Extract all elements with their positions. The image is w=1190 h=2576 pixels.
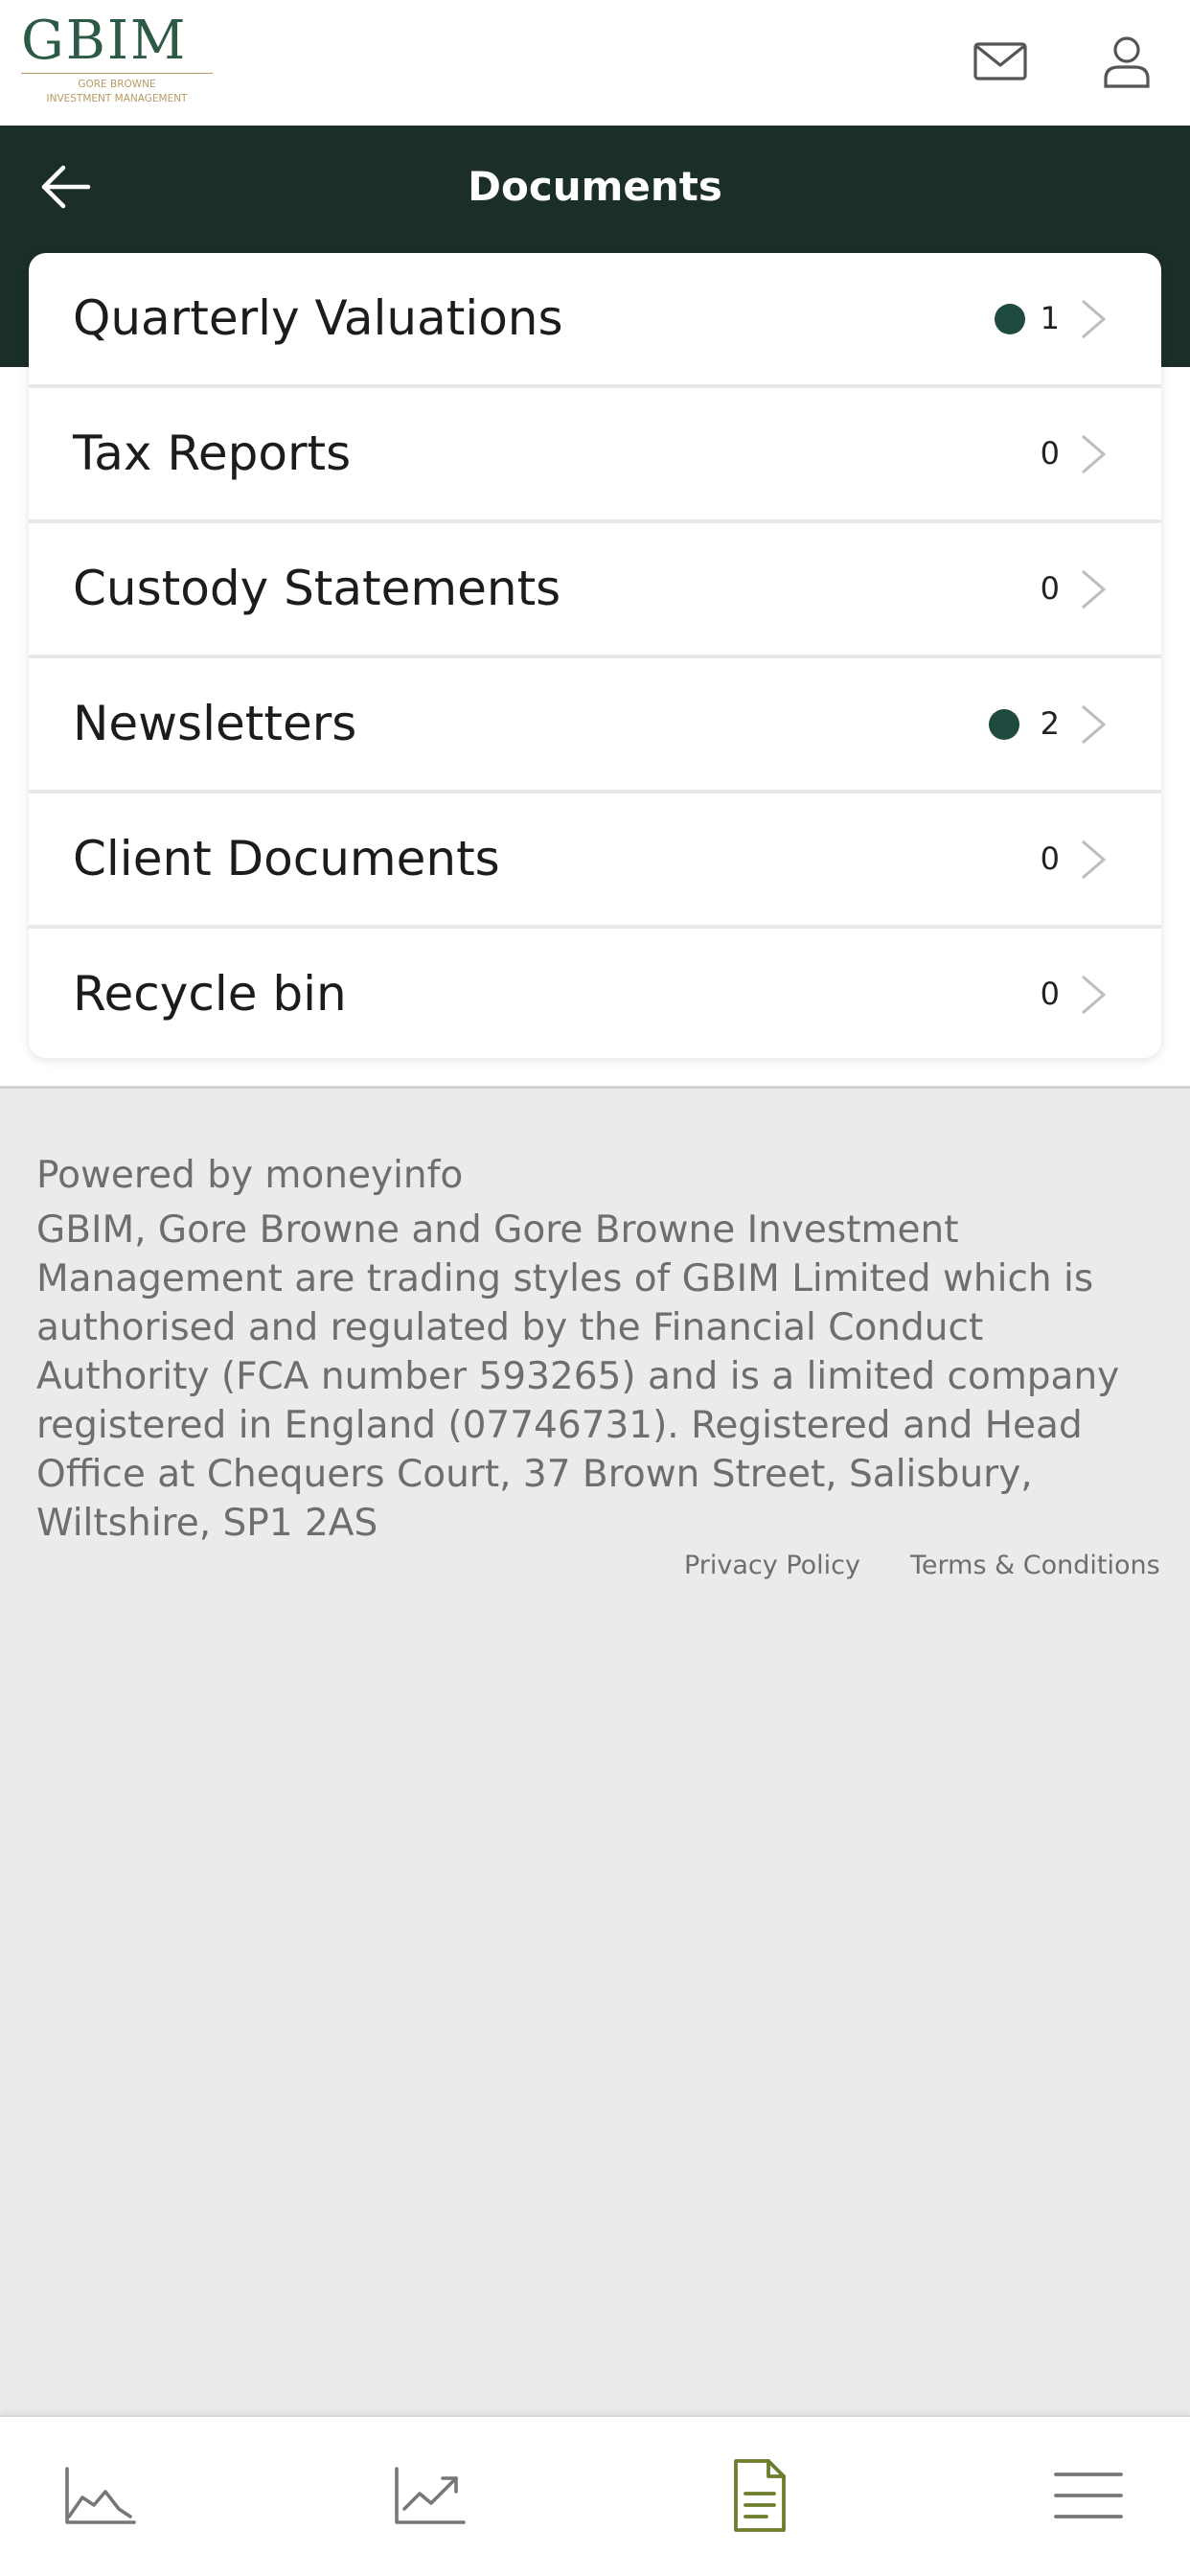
folder-count: 0 <box>1040 840 1060 877</box>
documents-screen: GBIM GORE BROWNE INVESTMENT MANAGEMENT D… <box>0 0 1190 2576</box>
folder-label: Recycle bin <box>73 966 347 1022</box>
folder-count: 0 <box>1040 976 1060 1012</box>
content-divider <box>0 1086 1190 1089</box>
folder-row-tax-reports[interactable]: Tax Reports 0 <box>29 388 1161 523</box>
logo-subtitle-line2: INVESTMENT MANAGEMENT <box>46 93 188 104</box>
chevron-right-icon <box>1079 702 1108 747</box>
folder-count: 0 <box>1040 435 1060 472</box>
mail-icon[interactable] <box>970 31 1031 92</box>
folder-count: 1 <box>1040 300 1060 336</box>
folder-label: Quarterly Valuations <box>73 290 563 346</box>
folder-count: 0 <box>1040 570 1060 607</box>
folder-row-quarterly-valuations[interactable]: Quarterly Valuations 1 <box>29 253 1161 388</box>
terms-conditions-link[interactable]: Terms & Conditions <box>910 1551 1160 1580</box>
privacy-policy-link[interactable]: Privacy Policy <box>684 1551 860 1580</box>
chevron-right-icon <box>1079 567 1108 611</box>
logo-subtitle-line1: GORE BROWNE <box>78 79 156 90</box>
page-title: Documents <box>468 163 722 210</box>
chevron-right-icon <box>1079 973 1108 1017</box>
folder-label: Newsletters <box>73 696 357 751</box>
folder-label: Custody Statements <box>73 561 561 616</box>
folder-count: 2 <box>1040 705 1060 742</box>
folder-row-custody-statements[interactable]: Custody Statements 0 <box>29 523 1161 658</box>
gbim-logo[interactable]: GBIM GORE BROWNE INVESTMENT MANAGEMENT <box>21 12 213 113</box>
legal-disclaimer: GBIM, Gore Browne and Gore Browne Invest… <box>36 1208 1120 1545</box>
chevron-right-icon <box>1079 297 1108 341</box>
new-items-dot <box>989 709 1019 740</box>
powered-by-text: Powered by moneyinfo <box>36 1154 464 1197</box>
chevron-right-icon <box>1079 432 1108 476</box>
top-header: GBIM GORE BROWNE INVESTMENT MANAGEMENT <box>0 0 1190 126</box>
menu-icon[interactable] <box>1048 2455 1129 2536</box>
logo-wordmark: GBIM <box>21 10 188 72</box>
footer-links: Privacy Policy Terms & Conditions <box>0 1551 1173 1589</box>
user-icon[interactable] <box>1096 31 1157 92</box>
document-icon[interactable] <box>719 2455 799 2536</box>
chevron-right-icon <box>1079 838 1108 882</box>
logo-rule <box>21 73 213 74</box>
area-chart-icon[interactable] <box>59 2455 140 2536</box>
folder-label: Tax Reports <box>73 426 352 481</box>
folder-row-newsletters[interactable]: Newsletters 2 <box>29 658 1161 794</box>
folder-label: Client Documents <box>73 831 500 886</box>
folder-row-recycle-bin[interactable]: Recycle bin 0 <box>29 929 1161 1058</box>
folder-row-client-documents[interactable]: Client Documents 0 <box>29 794 1161 929</box>
footer-text: Powered by moneyinfo GBIM, Gore Browne a… <box>36 1146 1167 1548</box>
document-folder-list: Quarterly Valuations 1 Tax Reports 0 Cus… <box>29 253 1161 1058</box>
trend-up-icon[interactable] <box>389 2455 469 2536</box>
bottom-navigation <box>0 2415 1190 2576</box>
